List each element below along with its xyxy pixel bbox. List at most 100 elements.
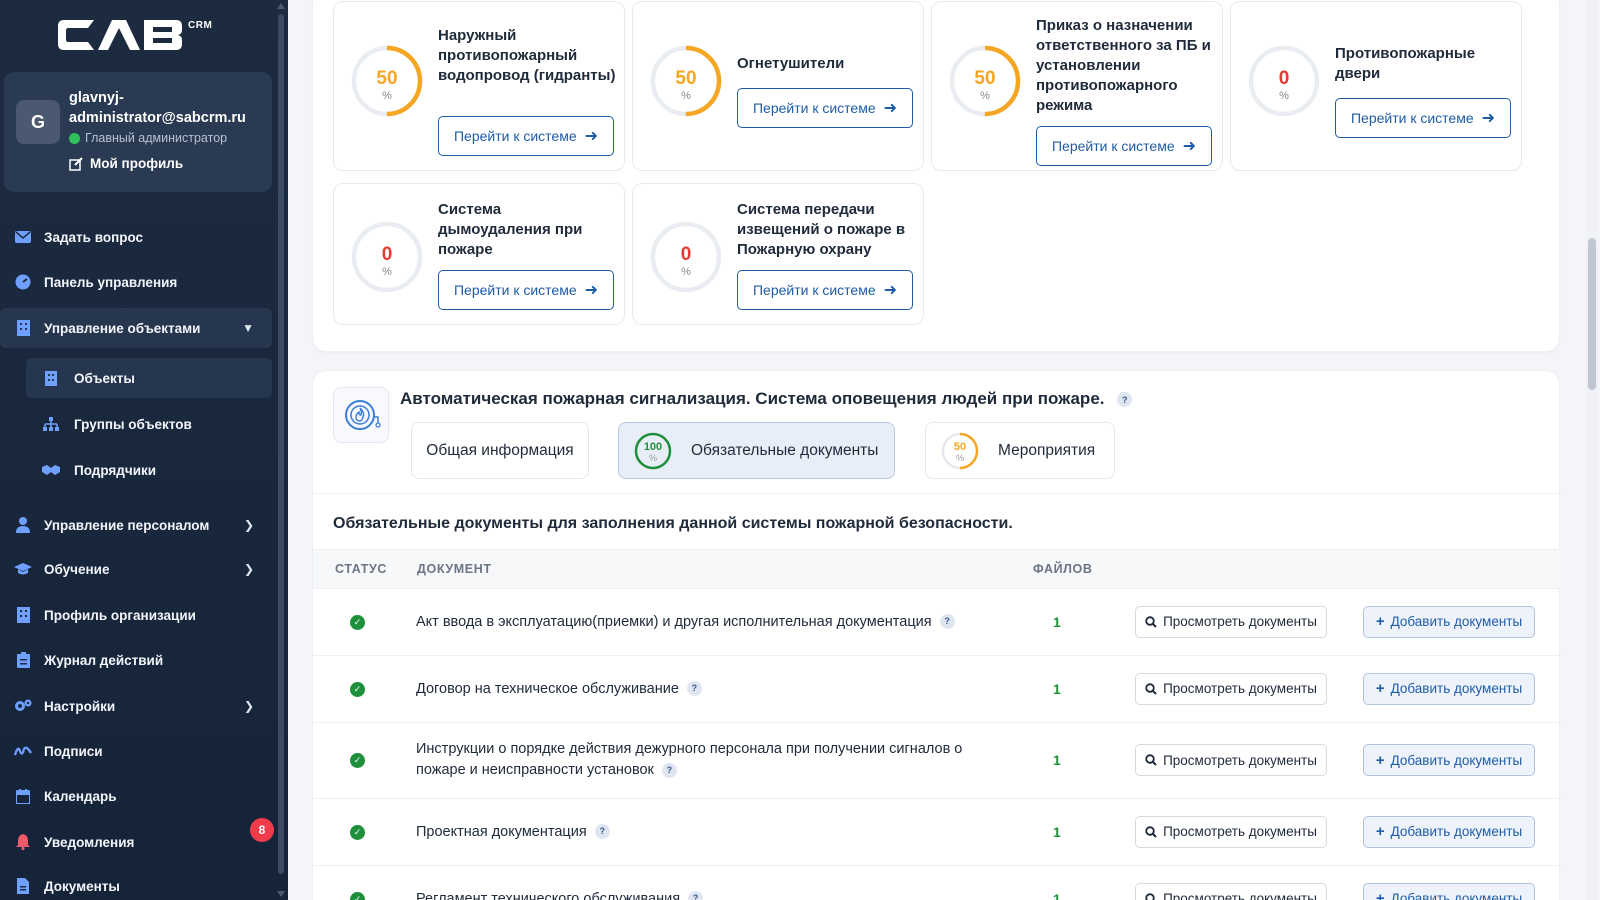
tab-label: Мероприятия <box>998 441 1096 459</box>
plus-icon: + <box>1375 613 1385 630</box>
sidebar-item-settings[interactable]: Настройки ❯ <box>0 686 272 726</box>
column-document: ДОКУМЕНТ <box>417 562 492 576</box>
progress-value: 50 <box>675 68 697 89</box>
sidebar-item-notifications[interactable]: Уведомления <box>0 822 272 862</box>
go-to-system-button[interactable]: Перейти к системе ➜ <box>737 88 913 128</box>
check-circle-icon: ✓ <box>350 891 365 900</box>
table-row: ✓ Договор на техническое обслуживание? 1 Пр… <box>313 656 1561 723</box>
tab-activities[interactable]: 50 % Мероприятия <box>925 422 1115 479</box>
view-documents-button[interactable]: Просмотреть документы <box>1135 744 1327 776</box>
table-row: ✓ Инструкции о порядке действия дежурного… <box>313 723 1561 799</box>
chevron-right-icon: ❯ <box>243 562 254 576</box>
online-status-icon <box>69 132 80 144</box>
help-icon[interactable]: ? <box>688 891 704 900</box>
system-detail-panel: Автоматическая пожарная сигнализация. Си… <box>312 370 1561 900</box>
sidebar-item-object-groups[interactable]: Группы объектов <box>26 404 272 444</box>
go-to-system-button[interactable]: Перейти к системе ➜ <box>1036 126 1212 166</box>
sidebar-item-label: Календарь <box>44 788 117 804</box>
files-count: 1 <box>1053 613 1061 630</box>
view-documents-button[interactable]: Просмотреть документы <box>1135 672 1327 705</box>
view-documents-label: Просмотреть документы <box>1163 891 1317 900</box>
help-icon[interactable]: ? <box>594 824 610 840</box>
files-count: 1 <box>1053 680 1061 697</box>
plus-icon: + <box>1375 890 1385 900</box>
add-documents-button[interactable]: + Добавить документы <box>1363 672 1535 705</box>
check-circle-icon: ✓ <box>350 681 365 697</box>
page-scrollbar[interactable] <box>1586 0 1598 900</box>
arrow-right-icon: ➜ <box>883 100 898 117</box>
sidebar-item-label: Подписи <box>44 743 103 759</box>
sidebar-item-dashboard[interactable]: Панель управления <box>0 262 272 302</box>
add-documents-label: Добавить документы <box>1390 752 1523 768</box>
tab-progress-pct: % <box>955 452 964 463</box>
logo-mark <box>58 20 182 50</box>
arrow-right-icon: ➜ <box>883 282 898 299</box>
building-icon <box>14 606 32 624</box>
view-documents-button[interactable]: Просмотреть документы <box>1135 815 1327 848</box>
sidebar-item-label: Подрядчики <box>74 462 157 478</box>
chevron-down-icon: ▼ <box>242 321 254 335</box>
sidebar-item-objects-management[interactable]: Управление объектами ▼ <box>0 308 272 348</box>
sidebar-item-objects[interactable]: Объекты <box>26 358 272 398</box>
avatar: G <box>16 100 60 144</box>
sidebar-item-documents[interactable]: Документы <box>0 866 272 900</box>
sidebar-item-calendar[interactable]: Календарь <box>0 776 272 816</box>
system-card: 0% Система дымоудаления при пожаре Перейти… <box>333 183 625 325</box>
tab-required-documents[interactable]: 100 % Обязательные документы <box>618 422 895 479</box>
system-title: Автоматическая пожарная сигнализация. Си… <box>400 389 1133 409</box>
my-profile-label: Мой профиль <box>90 156 184 171</box>
system-card: 50% Наружный противопожарный водопровод (… <box>333 1 625 171</box>
tab-general-info[interactable]: Общая информация <box>411 422 589 479</box>
view-documents-button[interactable]: Просмотреть документы <box>1135 605 1327 638</box>
go-to-system-button[interactable]: Перейти к системе ➜ <box>737 270 913 310</box>
sidebar-item-ask-question[interactable]: Задать вопрос <box>0 217 272 257</box>
scroll-up-arrow-icon[interactable] <box>277 3 285 9</box>
files-count: 1 <box>1053 823 1061 840</box>
help-icon[interactable]: ? <box>686 681 702 697</box>
system-card: 0% Система передачи извещений о пожаре в … <box>632 183 924 325</box>
view-documents-button[interactable]: Просмотреть документы <box>1135 882 1327 900</box>
add-documents-button[interactable]: + Добавить документы <box>1363 744 1535 776</box>
scroll-down-arrow-icon[interactable] <box>277 891 285 897</box>
sidebar-item-action-log[interactable]: Журнал действий <box>0 640 272 680</box>
fire-alarm-icon <box>333 387 389 443</box>
divider <box>313 493 1561 494</box>
logo[interactable]: CRM <box>54 18 234 58</box>
help-icon[interactable]: ? <box>939 614 955 630</box>
sidebar-item-label: Профиль организации <box>44 607 196 623</box>
sidebar-item-signatures[interactable]: Подписи <box>0 731 272 771</box>
help-icon[interactable]: ? <box>1117 392 1133 408</box>
add-documents-button[interactable]: + Добавить документы <box>1363 815 1535 848</box>
profile-name: glavnyj-administrator@sabcrm.ru <box>69 90 246 126</box>
search-icon <box>1145 754 1157 766</box>
tab-progress-ring: 100 % <box>633 431 673 471</box>
systems-panel: 50% Наружный противопожарный водопровод (… <box>312 0 1560 352</box>
edit-icon <box>69 156 83 171</box>
add-documents-button[interactable]: + Добавить документы <box>1363 605 1535 638</box>
arrow-right-icon: ➜ <box>1481 110 1496 127</box>
signature-icon <box>14 742 32 760</box>
table-row: ✓ Регламент технического обслуживания? 1 Пр… <box>313 866 1561 900</box>
sidebar-scrollbar-thumb[interactable] <box>278 14 284 874</box>
main-content: 50% Наружный противопожарный водопровод (… <box>288 0 1600 900</box>
tab-progress-value: 100 <box>643 440 663 453</box>
page-scrollbar-thumb[interactable] <box>1588 238 1596 390</box>
document-name: Инструкции о порядке действия дежурного … <box>416 739 986 781</box>
view-documents-label: Просмотреть документы <box>1163 824 1317 839</box>
add-documents-button[interactable]: + Добавить документы <box>1363 882 1535 900</box>
system-card-title: Огнетушители <box>737 55 845 72</box>
my-profile-link[interactable]: Мой профиль <box>69 156 183 171</box>
sidebar-item-personnel[interactable]: Управление персоналом ❯ <box>0 505 272 545</box>
go-to-system-button[interactable]: Перейти к системе ➜ <box>438 270 614 310</box>
sidebar-item-training[interactable]: Обучение ❯ <box>0 549 272 589</box>
progress-pct: % <box>382 266 392 278</box>
sidebar-item-org-profile[interactable]: Профиль организации <box>0 595 272 635</box>
system-title-text: Автоматическая пожарная сигнализация. Си… <box>400 389 1105 408</box>
go-to-system-button[interactable]: Перейти к системе ➜ <box>1335 98 1511 138</box>
user-icon <box>14 516 32 534</box>
clipboard-icon <box>14 651 32 669</box>
go-to-system-button[interactable]: Перейти к системе ➜ <box>438 116 614 156</box>
sidebar-item-contractors[interactable]: Подрядчики <box>26 450 272 490</box>
sidebar-scrollbar[interactable] <box>277 0 285 900</box>
help-icon[interactable]: ? <box>661 762 677 778</box>
